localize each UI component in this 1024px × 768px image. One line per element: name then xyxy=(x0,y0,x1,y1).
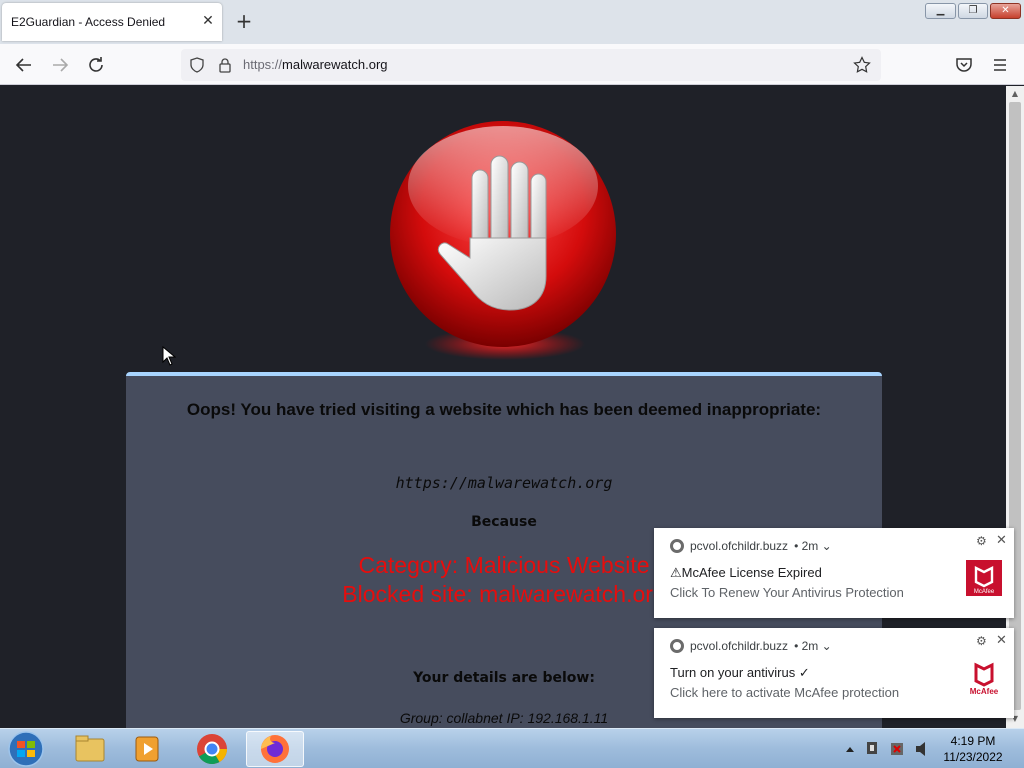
menu-hamburger-icon[interactable] xyxy=(988,53,1012,77)
pocket-icon[interactable] xyxy=(952,53,976,77)
stop-hand-icon xyxy=(390,121,616,360)
media-player-icon[interactable] xyxy=(120,731,176,767)
url-scheme: https:// xyxy=(243,57,283,72)
new-tab-button[interactable]: + xyxy=(233,11,255,33)
mcafee-logo-text: McAfee xyxy=(974,589,995,595)
lock-icon[interactable] xyxy=(217,57,233,73)
notification-source: pcvol.ofchildr.buzz • 2m ⌄ xyxy=(670,639,832,653)
chrome-icon xyxy=(670,639,684,653)
start-button-icon[interactable] xyxy=(4,730,48,768)
notification-close-icon[interactable]: ✕ xyxy=(996,632,1007,648)
notification-age: • 2m ⌄ xyxy=(794,539,832,553)
settings-gear-icon[interactable]: ⚙ xyxy=(976,634,987,648)
mcafee-logo-icon: McAfee xyxy=(966,660,1002,696)
back-arrow-icon[interactable] xyxy=(12,53,36,77)
restore-icon: ❐ xyxy=(968,5,978,16)
firefox-taskbar-item[interactable] xyxy=(246,731,304,767)
mouse-cursor-icon xyxy=(162,346,176,366)
notification-domain: pcvol.ofchildr.buzz xyxy=(690,639,789,653)
navigation-bar: https://malwarewatch.org xyxy=(0,44,1024,85)
clock-date: 11/23/2022 xyxy=(943,750,1003,764)
notification-close-icon[interactable]: ✕ xyxy=(996,532,1007,548)
close-icon: ✕ xyxy=(1001,5,1010,16)
chrome-icon xyxy=(670,539,684,553)
bookmark-star-icon[interactable] xyxy=(853,56,871,74)
notification-source: pcvol.ofchildr.buzz • 2m ⌄ xyxy=(670,539,832,553)
minimize-icon: ▁ xyxy=(936,5,945,16)
mcafee-logo-text: McAfee xyxy=(970,687,999,696)
mcafee-logo-icon: McAfee xyxy=(966,560,1002,596)
notification-title: ⚠McAfee License Expired xyxy=(670,565,822,580)
forward-arrow-icon[interactable] xyxy=(48,53,72,77)
minimize-button[interactable]: ▁ xyxy=(925,3,956,19)
system-tray-icons[interactable] xyxy=(842,737,936,761)
notification-age: • 2m ⌄ xyxy=(794,639,832,653)
scroll-thumb[interactable] xyxy=(1009,102,1021,710)
notification-title: Turn on your antivirus ✓ xyxy=(670,665,810,680)
tab-strip: E2Guardian - Access Denied ✕ + ▁ ❐ ✕ xyxy=(0,0,1024,44)
system-clock[interactable]: 4:19 PM 11/23/2022 xyxy=(938,733,1008,765)
tab-title: E2Guardian - Access Denied xyxy=(11,15,166,29)
notification-license-expired[interactable]: pcvol.ofchildr.buzz • 2m ⌄ ⚙ ✕ ⚠McAfee L… xyxy=(654,528,1014,618)
tab-close-icon[interactable]: ✕ xyxy=(200,13,216,29)
chrome-browser-icon[interactable] xyxy=(184,731,240,767)
page-heading: Oops! You have tried visiting a website … xyxy=(186,400,822,419)
notification-domain: pcvol.ofchildr.buzz xyxy=(690,539,789,553)
blocked-url: https://malwarewatch.org xyxy=(395,474,613,492)
notification-body: Click To Renew Your Antivirus Protection xyxy=(670,585,904,600)
address-bar[interactable]: https://malwarewatch.org xyxy=(181,49,881,81)
file-explorer-icon[interactable] xyxy=(62,731,118,767)
taskbar: 4:19 PM 11/23/2022 xyxy=(0,728,1024,768)
reload-icon[interactable] xyxy=(84,53,108,77)
close-window-button[interactable]: ✕ xyxy=(990,3,1021,19)
notification-body: Click here to activate McAfee protection xyxy=(670,685,900,700)
shield-icon[interactable] xyxy=(189,57,205,73)
scroll-up-icon[interactable]: ▲ xyxy=(1010,89,1020,99)
url-text[interactable]: https://malwarewatch.org xyxy=(243,57,388,72)
url-host: malwarewatch.org xyxy=(282,57,388,72)
clock-time: 4:19 PM xyxy=(950,734,996,748)
notification-antivirus-off[interactable]: pcvol.ofchildr.buzz • 2m ⌄ ⚙ ✕ Turn on y… xyxy=(654,628,1014,718)
settings-gear-icon[interactable]: ⚙ xyxy=(976,534,987,548)
restore-button[interactable]: ❐ xyxy=(958,3,988,19)
firefox-icon xyxy=(261,735,289,763)
tab-active[interactable]: E2Guardian - Access Denied ✕ xyxy=(2,3,222,41)
